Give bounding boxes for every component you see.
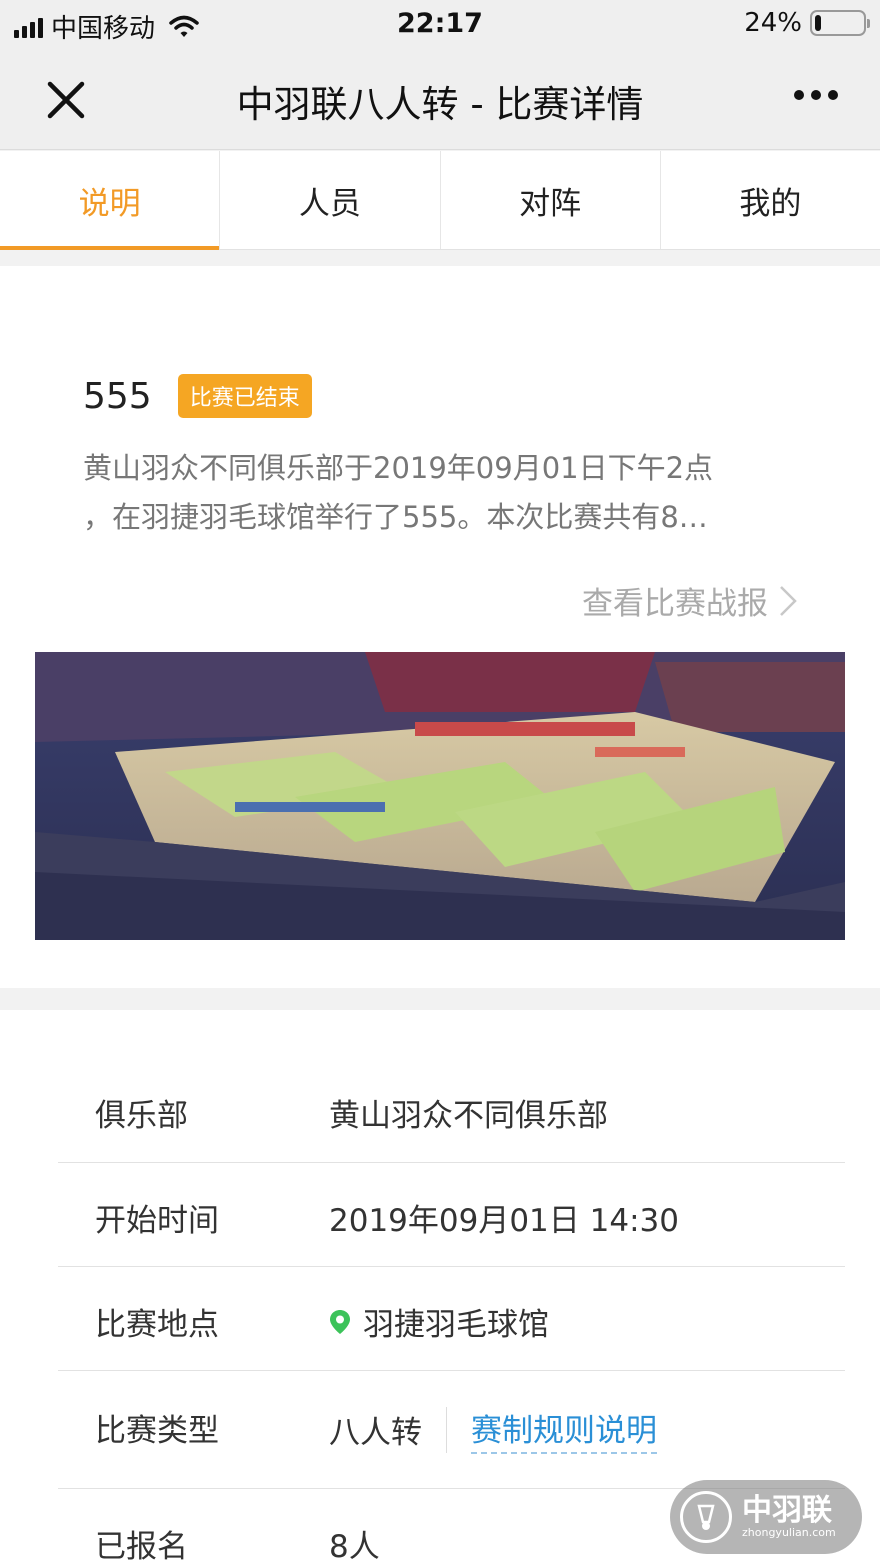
tab-mine[interactable]: 我的 [661, 151, 880, 249]
info-row-match-type: 比赛类型 八人转 赛制规则说明 [58, 1371, 845, 1489]
match-title-row: 555 比赛已结束 [83, 374, 312, 418]
info-row-venue: 比赛地点 羽捷羽毛球馆 [58, 1267, 845, 1371]
match-type-label: 比赛类型 [95, 1413, 219, 1449]
info-row-start-time: 开始时间 2019年09月01日 14:30 [58, 1163, 845, 1267]
match-type-value-group: 八人转 赛制规则说明 [329, 1405, 657, 1454]
tab-bar: 说明 人员 对阵 我的 [0, 151, 880, 250]
match-type-value: 八人转 [329, 1415, 422, 1451]
watermark-brand: 中羽联 [742, 1493, 832, 1528]
battery-percent: 24% [744, 8, 802, 38]
battery-icon [810, 10, 870, 36]
venue-value: 羽捷羽毛球馆 [363, 1307, 549, 1343]
divider [446, 1406, 447, 1453]
match-summary-card: 555 比赛已结束 黄山羽众不同俱乐部于2019年09月01日下午2点 ，在羽捷… [0, 266, 880, 988]
description-line: ，在羽捷羽毛球馆举行了555。本次比赛共有8… [83, 500, 708, 534]
view-report-link[interactable]: 查看比赛战报 [582, 578, 798, 623]
tab-members[interactable]: 人员 [220, 151, 441, 249]
watermark-text: 中羽联 zhongyulian.com [742, 1495, 836, 1539]
battery-level [815, 15, 822, 31]
rules-link[interactable]: 赛制规则说明 [471, 1405, 657, 1454]
start-time-value: 2019年09月01日 14:30 [329, 1203, 679, 1239]
close-icon[interactable] [44, 78, 88, 122]
battery-group: 24% [744, 8, 870, 38]
chevron-right-icon [780, 585, 797, 616]
tab-matchups[interactable]: 对阵 [441, 151, 661, 249]
start-time-label: 开始时间 [95, 1203, 219, 1239]
more-icon[interactable] [794, 90, 838, 100]
tab-description[interactable]: 说明 [0, 151, 221, 250]
venue-photo [35, 652, 845, 940]
status-bar: 中国移动 22:17 24% [0, 0, 880, 50]
nav-bar: 中羽联八人转 - 比赛详情 [0, 50, 880, 150]
signed-up-label: 已报名 [95, 1529, 188, 1565]
match-description: 黄山羽众不同俱乐部于2019年09月01日下午2点 ，在羽捷羽毛球馆举行了555… [83, 444, 783, 542]
watermark-domain: zhongyulian.com [742, 1526, 836, 1539]
location-pin-icon [330, 1309, 350, 1334]
status-badge: 比赛已结束 [177, 374, 312, 418]
club-label: 俱乐部 [95, 1098, 188, 1134]
info-row-club: 俱乐部 黄山羽众不同俱乐部 [58, 1010, 845, 1163]
description-line: 黄山羽众不同俱乐部于2019年09月01日下午2点 [83, 451, 714, 485]
venue-label: 比赛地点 [95, 1307, 219, 1343]
watermark-logo: 中羽联 zhongyulian.com [670, 1480, 862, 1554]
view-report-label: 查看比赛战报 [582, 586, 768, 622]
venue-value-group[interactable]: 羽捷羽毛球馆 [329, 1299, 549, 1344]
shuttlecock-icon [680, 1491, 732, 1543]
page-title: 中羽联八人转 - 比赛详情 [236, 83, 644, 126]
match-name: 555 [83, 375, 152, 417]
signed-up-value: 8人 [329, 1529, 380, 1565]
club-value: 黄山羽众不同俱乐部 [329, 1098, 608, 1134]
